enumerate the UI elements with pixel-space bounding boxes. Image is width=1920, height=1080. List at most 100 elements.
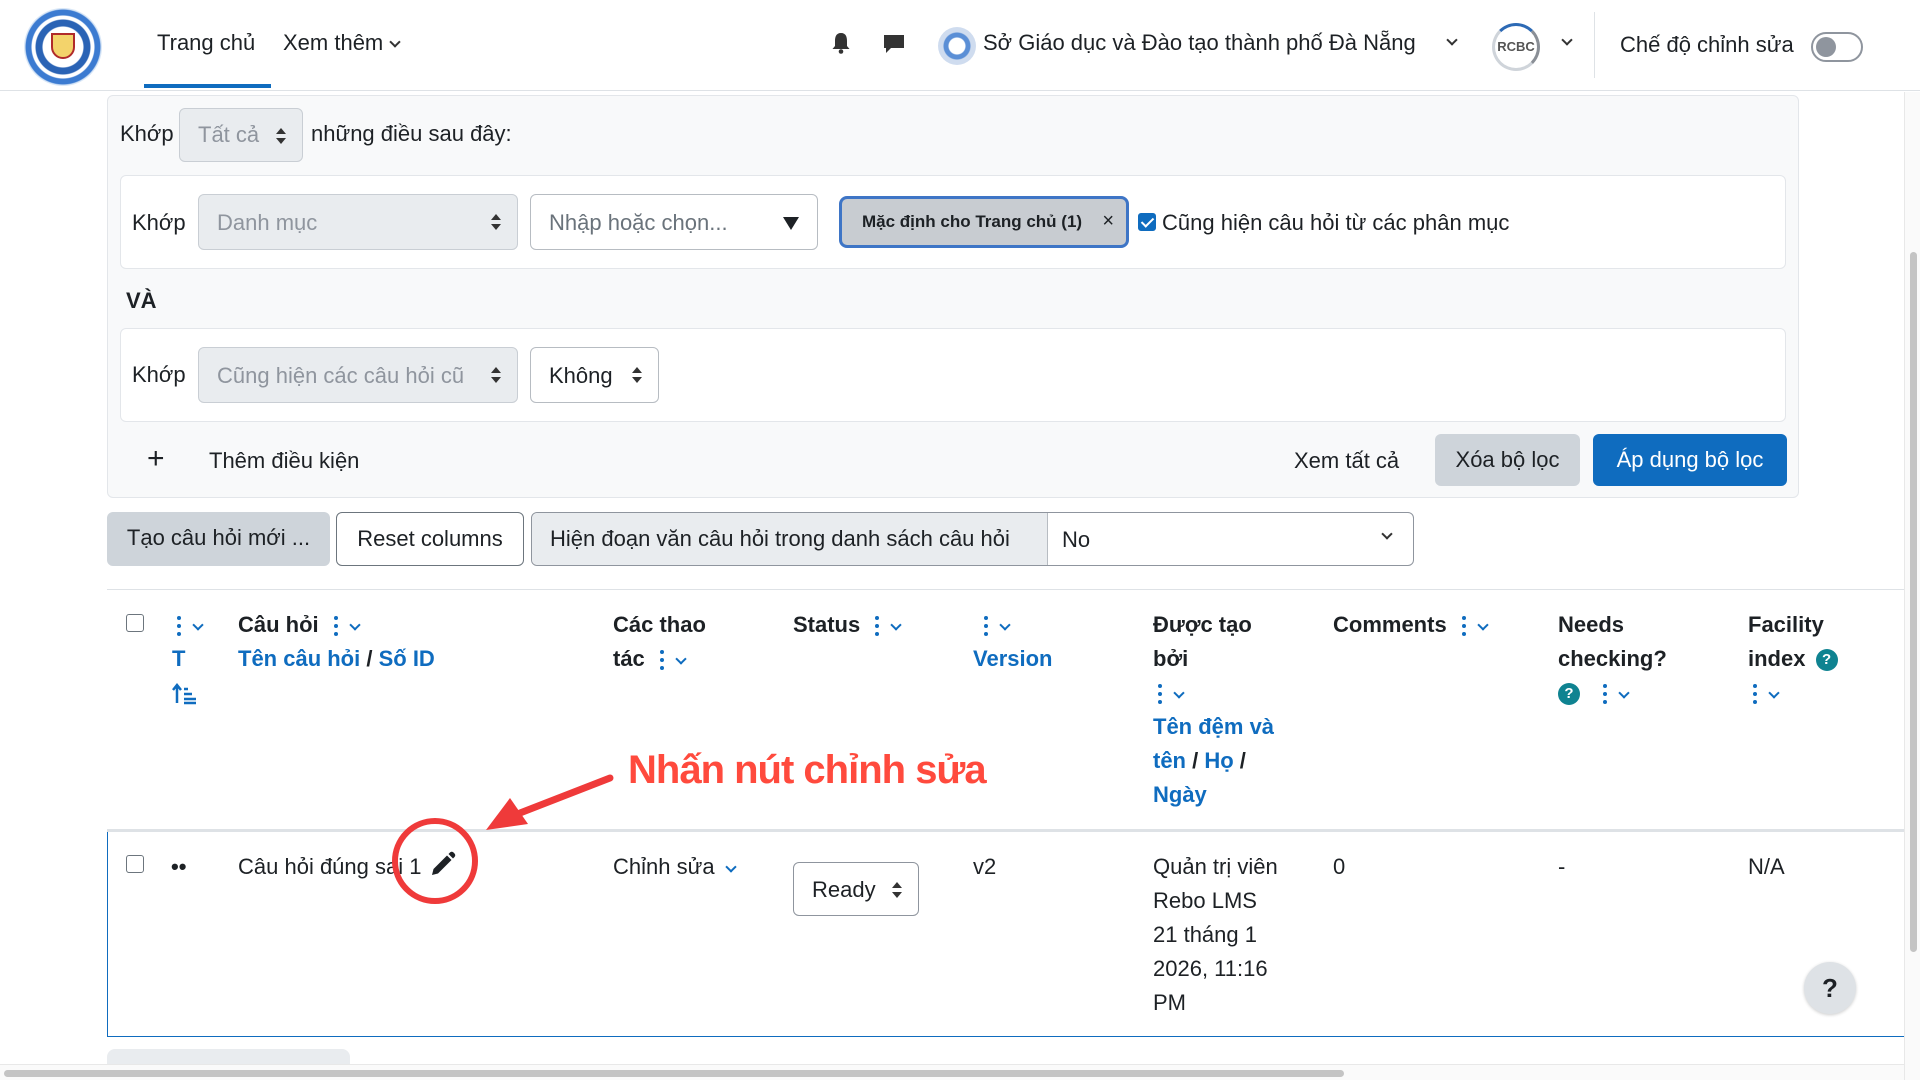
horizontal-scrollbar[interactable] [0,1064,1904,1080]
condition2-value-select[interactable]: Không [530,347,659,403]
plus-icon[interactable]: + [147,444,165,474]
match-all-value: Tất cả [198,122,260,147]
annotation-text: Nhấn nút chỉnh sửa [628,748,987,792]
notification-bell-icon[interactable] [831,32,851,54]
column-facility-index-header: Facility index ? [1748,608,1838,710]
chevron-down-icon[interactable] [890,619,902,631]
help-floating-button[interactable]: ? [1804,962,1856,1014]
chevron-down-icon[interactable] [192,619,204,631]
nav-more-menu[interactable]: Xem thêm [283,30,401,56]
edit-actions-menu[interactable]: Chỉnh sửa [613,850,737,884]
edit-mode-label: Chế độ chỉnh sửa [1620,32,1794,57]
column-menu-icon[interactable] [1602,684,1608,705]
chevron-down-icon[interactable] [1768,687,1780,699]
condition1-type-value: Danh mục [217,210,318,235]
apply-filters-button[interactable]: Áp dụng bộ lọc [1593,434,1787,486]
add-condition-button[interactable]: Thêm điều kiện [209,448,359,474]
user-avatar[interactable]: RCBC [1492,23,1540,71]
org-switcher-label[interactable]: Sở Giáo dục và Đào tạo thành phố Đà Nẵng [983,30,1416,56]
site-logo[interactable] [24,8,102,86]
help-icon[interactable]: ? [1815,649,1838,672]
sort-by-date-link[interactable]: Ngày [1153,782,1207,807]
messages-icon[interactable] [882,33,906,55]
category-search-placeholder: Nhập hoặc chọn... [549,210,728,235]
column-facility-title-1: Facility [1748,612,1824,637]
sort-by-name-link[interactable]: Tên câu hỏi [238,646,360,671]
chevron-down-icon [724,861,737,873]
condition2-type-value: Cũng hiện các câu hỏi cũ [217,363,465,388]
chevron-down-icon[interactable] [1561,34,1573,46]
help-icon[interactable]: ? [1558,683,1580,706]
chevron-down-icon[interactable] [675,653,687,665]
close-icon[interactable]: × [1102,210,1114,233]
column-menu-icon[interactable] [983,616,989,637]
status-value: Ready [812,877,876,902]
column-needs-checking-title-1: Needs [1558,612,1625,637]
created-date-line-3: PM [1153,990,1186,1015]
comments-count-link[interactable]: 0 [1333,850,1345,884]
chevron-down-icon[interactable] [349,619,361,631]
column-facility-title-2: index [1748,646,1806,671]
condition2-type-select[interactable]: Cũng hiện các câu hỏi cũ [198,347,518,403]
top-navbar: Trang chủ Xem thêm Sở Giáo dục và Đào tạ… [0,0,1920,91]
status-select[interactable]: Ready [793,862,919,916]
chevron-down-icon[interactable] [1477,619,1489,631]
clear-filters-button[interactable]: Xóa bộ lọc [1435,434,1580,486]
column-created-by-title-2: bởi [1153,646,1189,671]
chevron-down-icon[interactable] [1446,34,1458,46]
reset-columns-button[interactable]: Reset columns [336,512,524,566]
sort-by-firstname-link-2[interactable]: tên [1153,748,1186,773]
nav-home[interactable]: Trang chủ [157,30,255,56]
sort-by-type-link[interactable]: T [172,646,185,671]
org-logo-avatar [938,27,976,65]
column-status-title: Status [793,612,861,637]
select-arrows-icon [491,367,501,385]
column-menu-icon[interactable] [659,650,665,671]
question-created-by: Quản trị viên Rebo LMS 21 tháng 1 2026, … [1153,850,1278,1020]
match-all-select[interactable]: Tất cả [179,108,303,162]
selected-category-tag[interactable]: Mặc định cho Trang chủ (1) × [839,196,1129,248]
sort-by-firstname-link-1[interactable]: Tên đệm và [1153,714,1274,739]
show-question-text-value[interactable]: No [1062,527,1090,553]
show-question-text-label: Hiện đoạn văn câu hỏi trong danh sách câ… [532,513,1048,565]
select-arrows-icon [276,128,286,146]
sort-ascending-icon[interactable] [172,683,198,705]
condition2-value: Không [549,363,613,388]
column-actions-title-2: tác [613,646,645,671]
column-actions-header: Các thao tác [613,608,706,676]
chevron-down-icon[interactable] [999,619,1011,631]
column-menu-icon[interactable] [1461,616,1467,637]
show-all-link[interactable]: Xem tất cả [1294,448,1399,474]
chevron-down-icon[interactable] [1618,687,1630,699]
sort-by-lastname-link[interactable]: Họ [1204,748,1233,773]
match-all-suffix: những điều sau đây: [311,121,512,146]
annotation-arrow-icon [486,774,614,830]
dropdown-triangle-icon [783,217,799,230]
sort-by-version-link[interactable]: Version [973,646,1052,671]
row-select-checkbox[interactable] [126,855,144,873]
column-menu-icon[interactable] [874,616,880,637]
column-menu-icon[interactable] [1752,684,1758,705]
created-by-line-1: Quản trị viên [1153,854,1278,879]
column-menu-icon[interactable] [333,616,339,637]
vertical-scrollbar[interactable] [1904,92,1920,1080]
created-date-line-2: 2026, 11:16 [1153,956,1268,981]
column-created-by-header: Được tạo bởi Tên đệm và tên / Họ / Ngày [1153,612,1275,807]
select-all-checkbox[interactable] [126,614,144,632]
needs-checking-value: - [1558,854,1566,879]
column-question-header: Câu hỏi Tên câu hỏi / Số ID [238,612,435,671]
chevron-down-icon[interactable] [1173,687,1185,699]
include-subcategories-checkbox[interactable] [1138,213,1156,231]
column-menu-icon[interactable] [1157,684,1163,705]
create-question-button[interactable]: Tạo câu hỏi mới ... [107,512,330,566]
table-top-border [107,589,1904,590]
category-search-input[interactable]: Nhập hoặc chọn... [530,194,818,250]
edit-mode-toggle[interactable] [1811,32,1863,62]
chevron-down-icon[interactable] [1381,528,1393,540]
nav-home-active-indicator [144,84,271,88]
column-menu-icon[interactable] [176,616,182,637]
sort-by-id-link[interactable]: Số ID [379,646,435,671]
include-subcategories-label[interactable]: Cũng hiện câu hỏi từ các phân mục [1162,210,1509,236]
condition1-type-select[interactable]: Danh mục [198,194,518,250]
select-arrows-icon [632,367,642,385]
